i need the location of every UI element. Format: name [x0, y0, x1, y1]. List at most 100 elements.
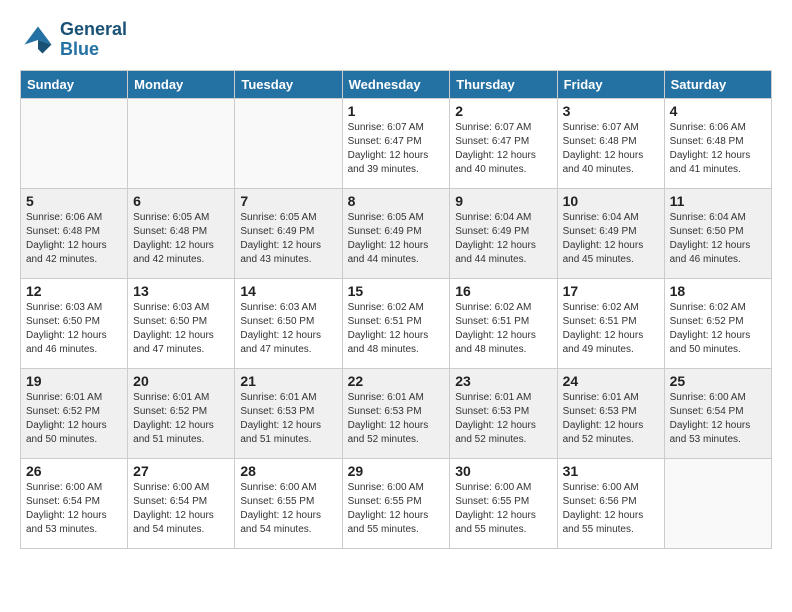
calendar-week-row: 19 Sunrise: 6:01 AM Sunset: 6:52 PM Dayli…	[21, 368, 772, 458]
day-info: Sunrise: 6:01 AM Sunset: 6:53 PM Dayligh…	[455, 391, 551, 447]
day-info: Sunrise: 6:02 AM Sunset: 6:52 PM Dayligh…	[670, 301, 766, 357]
weekday-header-tuesday: Tuesday	[235, 70, 342, 98]
day-info: Sunrise: 6:05 AM Sunset: 6:49 PM Dayligh…	[240, 211, 336, 267]
day-number: 27	[133, 463, 229, 479]
day-number: 3	[563, 103, 659, 119]
calendar-cell: 28 Sunrise: 6:00 AM Sunset: 6:55 PM Dayli…	[235, 458, 342, 548]
calendar-cell: 8Sunrise: 6:05 AM Sunset: 6:49 PM Daylig…	[342, 188, 450, 278]
day-info: Sunrise: 6:06 AM Sunset: 6:48 PM Dayligh…	[670, 121, 766, 177]
day-info: Sunrise: 6:01 AM Sunset: 6:53 PM Dayligh…	[240, 391, 336, 447]
calendar-cell: 10 Sunrise: 6:04 AM Sunset: 6:49 PM Dayli…	[557, 188, 664, 278]
calendar-week-row: 5Sunrise: 6:06 AM Sunset: 6:48 PM Daylig…	[21, 188, 772, 278]
weekday-header-sunday: Sunday	[21, 70, 128, 98]
day-number: 24	[563, 373, 659, 389]
day-number: 7	[240, 193, 336, 209]
logo-bird-icon	[20, 22, 56, 58]
day-info: Sunrise: 6:00 AM Sunset: 6:55 PM Dayligh…	[240, 481, 336, 537]
calendar-cell: 14Sunrise: 6:03 AM Sunset: 6:50 PM Dayli…	[235, 278, 342, 368]
day-number: 20	[133, 373, 229, 389]
day-number: 30	[455, 463, 551, 479]
day-number: 12	[26, 283, 122, 299]
day-number: 25	[670, 373, 766, 389]
day-info: Sunrise: 6:01 AM Sunset: 6:52 PM Dayligh…	[133, 391, 229, 447]
calendar-week-row: 26Sunrise: 6:00 AM Sunset: 6:54 PM Dayli…	[21, 458, 772, 548]
calendar-cell: 29 Sunrise: 6:00 AM Sunset: 6:55 PM Dayli…	[342, 458, 450, 548]
calendar-cell: 20 Sunrise: 6:01 AM Sunset: 6:52 PM Dayli…	[128, 368, 235, 458]
day-number: 6	[133, 193, 229, 209]
day-number: 9	[455, 193, 551, 209]
day-info: Sunrise: 6:05 AM Sunset: 6:49 PM Dayligh…	[348, 211, 445, 267]
day-number: 5	[26, 193, 122, 209]
weekday-header-wednesday: Wednesday	[342, 70, 450, 98]
day-number: 13	[133, 283, 229, 299]
calendar-cell: 4Sunrise: 6:06 AM Sunset: 6:48 PM Daylig…	[664, 98, 771, 188]
calendar-cell: 21 Sunrise: 6:01 AM Sunset: 6:53 PM Dayli…	[235, 368, 342, 458]
day-info: Sunrise: 6:03 AM Sunset: 6:50 PM Dayligh…	[26, 301, 122, 357]
day-info: Sunrise: 6:00 AM Sunset: 6:54 PM Dayligh…	[26, 481, 122, 537]
calendar-cell: 3 Sunrise: 6:07 AM Sunset: 6:48 PM Daylig…	[557, 98, 664, 188]
day-info: Sunrise: 6:00 AM Sunset: 6:56 PM Dayligh…	[563, 481, 659, 537]
calendar-cell: 22 Sunrise: 6:01 AM Sunset: 6:53 PM Dayli…	[342, 368, 450, 458]
day-info: Sunrise: 6:00 AM Sunset: 6:54 PM Dayligh…	[670, 391, 766, 447]
calendar-cell: 1Sunrise: 6:07 AM Sunset: 6:47 PM Daylig…	[342, 98, 450, 188]
weekday-header-row: SundayMondayTuesdayWednesdayThursdayFrid…	[21, 70, 772, 98]
calendar-cell: 2 Sunrise: 6:07 AM Sunset: 6:47 PM Daylig…	[450, 98, 557, 188]
weekday-header-friday: Friday	[557, 70, 664, 98]
day-info: Sunrise: 6:00 AM Sunset: 6:55 PM Dayligh…	[348, 481, 445, 537]
calendar-cell: 13 Sunrise: 6:03 AM Sunset: 6:50 PM Dayli…	[128, 278, 235, 368]
day-info: Sunrise: 6:02 AM Sunset: 6:51 PM Dayligh…	[455, 301, 551, 357]
day-number: 31	[563, 463, 659, 479]
day-number: 29	[348, 463, 445, 479]
calendar-cell: 16 Sunrise: 6:02 AM Sunset: 6:51 PM Dayli…	[450, 278, 557, 368]
calendar-cell	[21, 98, 128, 188]
calendar-cell: 11Sunrise: 6:04 AM Sunset: 6:50 PM Dayli…	[664, 188, 771, 278]
page-header: General Blue	[20, 20, 772, 60]
day-number: 17	[563, 283, 659, 299]
day-info: Sunrise: 6:07 AM Sunset: 6:48 PM Dayligh…	[563, 121, 659, 177]
calendar-cell: 23 Sunrise: 6:01 AM Sunset: 6:53 PM Dayli…	[450, 368, 557, 458]
day-number: 23	[455, 373, 551, 389]
weekday-header-thursday: Thursday	[450, 70, 557, 98]
day-number: 21	[240, 373, 336, 389]
day-info: Sunrise: 6:01 AM Sunset: 6:53 PM Dayligh…	[563, 391, 659, 447]
calendar-cell: 30 Sunrise: 6:00 AM Sunset: 6:55 PM Dayli…	[450, 458, 557, 548]
calendar-cell	[235, 98, 342, 188]
day-number: 16	[455, 283, 551, 299]
day-number: 10	[563, 193, 659, 209]
logo-text: General Blue	[60, 20, 127, 60]
day-info: Sunrise: 6:07 AM Sunset: 6:47 PM Dayligh…	[455, 121, 551, 177]
calendar-cell	[128, 98, 235, 188]
day-info: Sunrise: 6:03 AM Sunset: 6:50 PM Dayligh…	[133, 301, 229, 357]
calendar-cell: 27 Sunrise: 6:00 AM Sunset: 6:54 PM Dayli…	[128, 458, 235, 548]
calendar-cell: 7 Sunrise: 6:05 AM Sunset: 6:49 PM Daylig…	[235, 188, 342, 278]
day-info: Sunrise: 6:01 AM Sunset: 6:52 PM Dayligh…	[26, 391, 122, 447]
calendar-cell: 18 Sunrise: 6:02 AM Sunset: 6:52 PM Dayli…	[664, 278, 771, 368]
day-info: Sunrise: 6:00 AM Sunset: 6:54 PM Dayligh…	[133, 481, 229, 537]
day-number: 1	[348, 103, 445, 119]
day-number: 18	[670, 283, 766, 299]
weekday-header-saturday: Saturday	[664, 70, 771, 98]
calendar-cell	[664, 458, 771, 548]
calendar-cell: 6 Sunrise: 6:05 AM Sunset: 6:48 PM Daylig…	[128, 188, 235, 278]
calendar-cell: 12 Sunrise: 6:03 AM Sunset: 6:50 PM Dayli…	[21, 278, 128, 368]
day-info: Sunrise: 6:05 AM Sunset: 6:48 PM Dayligh…	[133, 211, 229, 267]
day-number: 22	[348, 373, 445, 389]
calendar-cell: 9 Sunrise: 6:04 AM Sunset: 6:49 PM Daylig…	[450, 188, 557, 278]
day-info: Sunrise: 6:01 AM Sunset: 6:53 PM Dayligh…	[348, 391, 445, 447]
calendar-table: SundayMondayTuesdayWednesdayThursdayFrid…	[20, 70, 772, 549]
day-info: Sunrise: 6:04 AM Sunset: 6:49 PM Dayligh…	[563, 211, 659, 267]
day-info: Sunrise: 6:04 AM Sunset: 6:50 PM Dayligh…	[670, 211, 766, 267]
logo: General Blue	[20, 20, 127, 60]
calendar-cell: 19 Sunrise: 6:01 AM Sunset: 6:52 PM Dayli…	[21, 368, 128, 458]
calendar-cell: 17 Sunrise: 6:02 AM Sunset: 6:51 PM Dayli…	[557, 278, 664, 368]
day-number: 15	[348, 283, 445, 299]
day-number: 2	[455, 103, 551, 119]
calendar-cell: 26Sunrise: 6:00 AM Sunset: 6:54 PM Dayli…	[21, 458, 128, 548]
day-number: 19	[26, 373, 122, 389]
day-number: 28	[240, 463, 336, 479]
calendar-week-row: 12 Sunrise: 6:03 AM Sunset: 6:50 PM Dayli…	[21, 278, 772, 368]
day-info: Sunrise: 6:02 AM Sunset: 6:51 PM Dayligh…	[563, 301, 659, 357]
day-info: Sunrise: 6:04 AM Sunset: 6:49 PM Dayligh…	[455, 211, 551, 267]
calendar-week-row: 1 Sunrise: 6:07 AM Sunset: 6:47 PM Daylig…	[21, 98, 772, 188]
day-info: Sunrise: 6:00 AM Sunset: 6:55 PM Dayligh…	[455, 481, 551, 537]
